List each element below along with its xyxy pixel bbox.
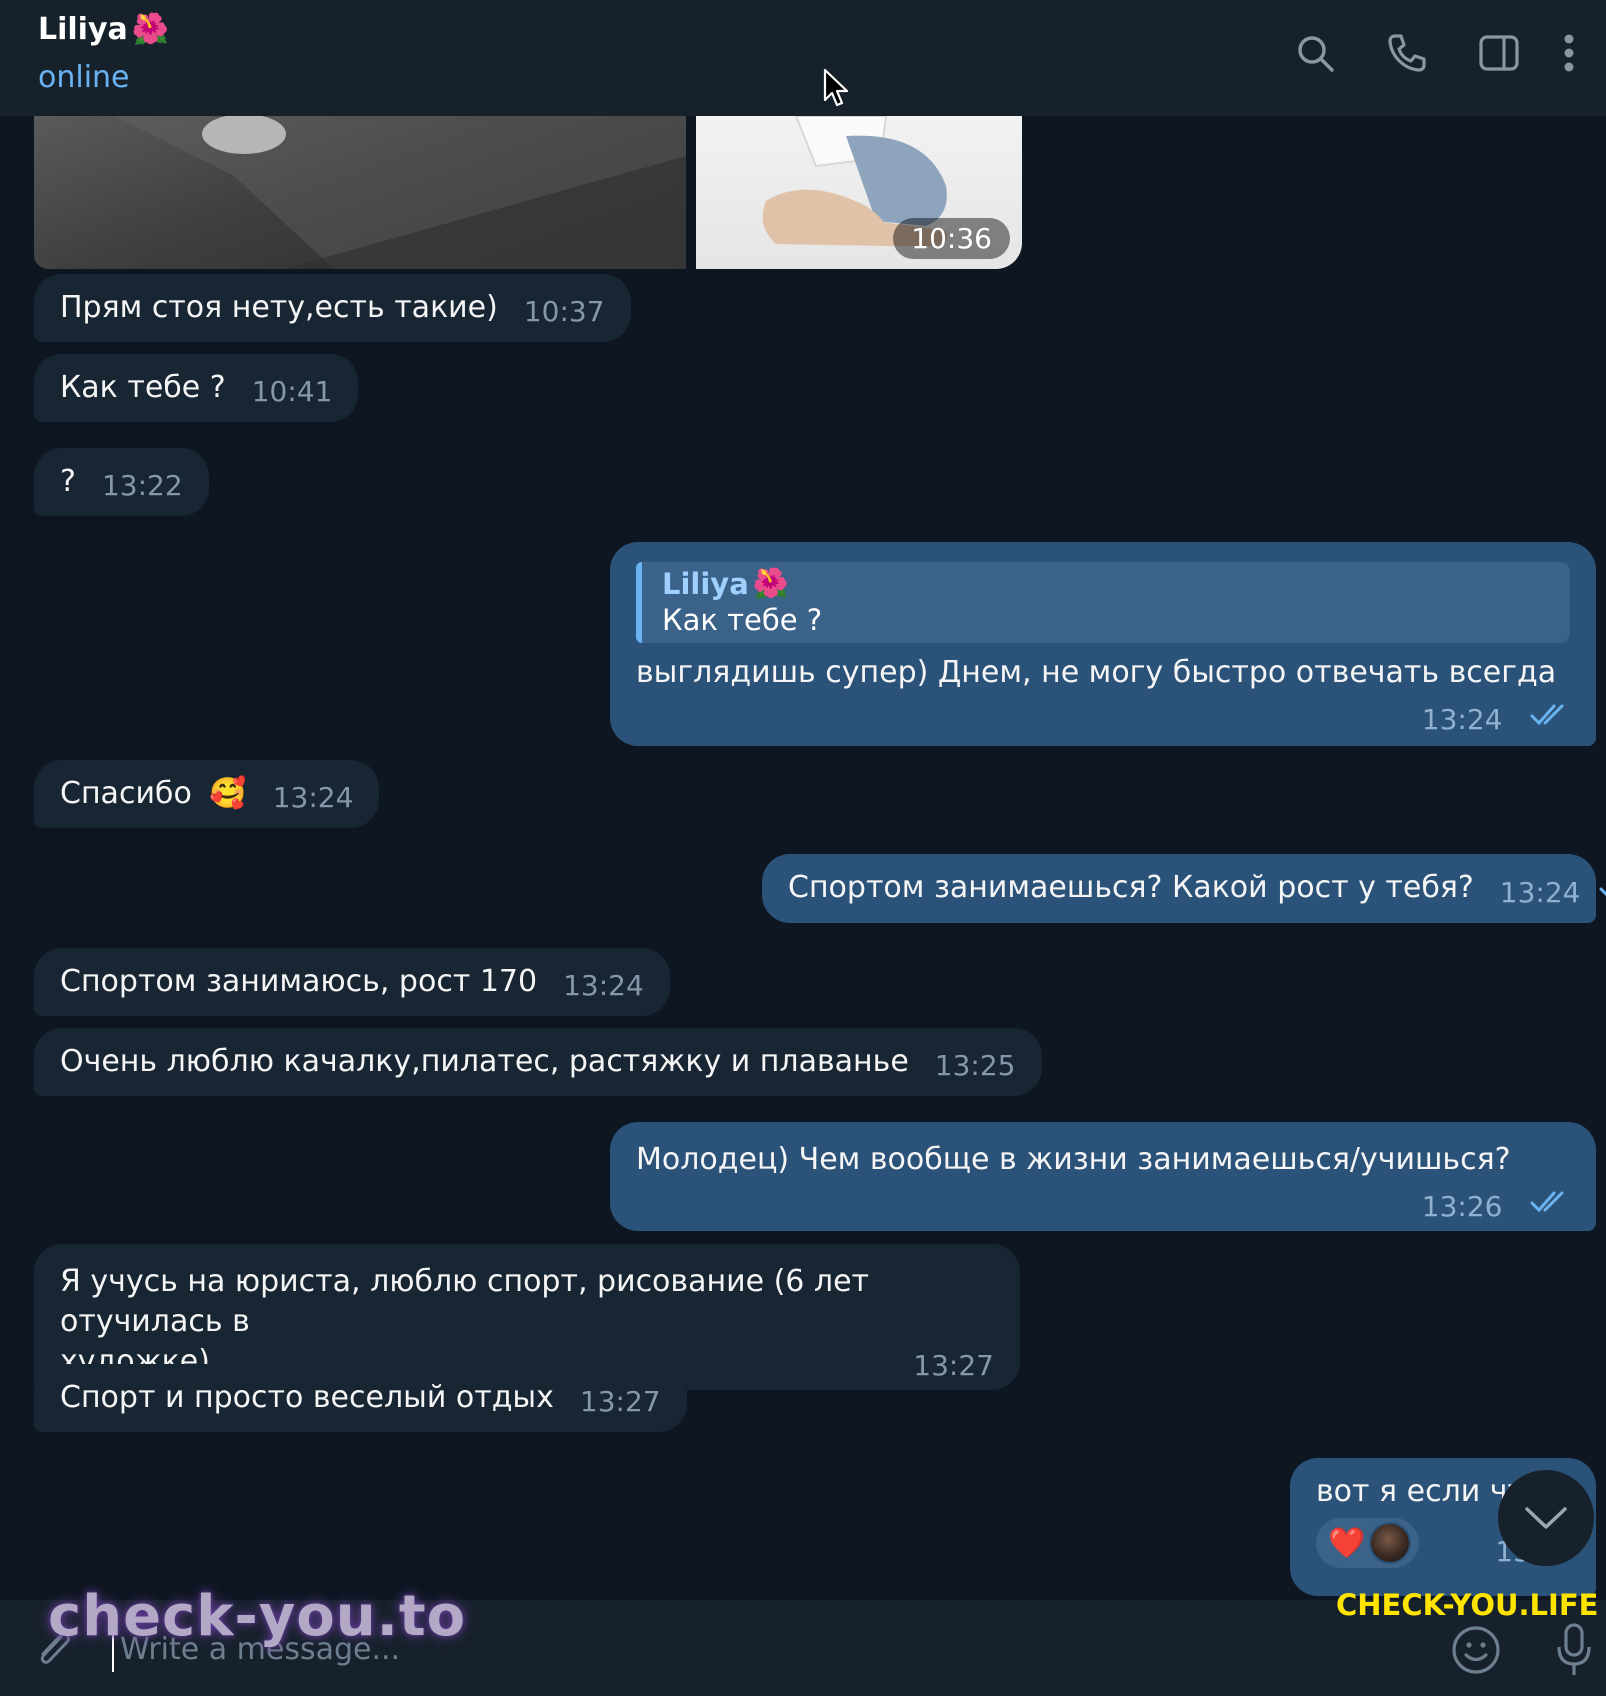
watermark-left: check-you.to xyxy=(48,1584,467,1649)
message-time: 13:24 xyxy=(1499,876,1581,909)
media-timestamp: 10:36 xyxy=(893,218,1010,259)
message-time: 10:41 xyxy=(251,375,333,408)
message-time: 13:24 xyxy=(272,781,354,814)
message-text: Молодец) Чем вообще в жизни занимаешься/… xyxy=(636,1142,1511,1177)
message-time: 13:26 xyxy=(1421,1190,1503,1223)
outgoing-message[interactable]: Liliya 🌺 Как тебе ? выглядишь супер) Дне… xyxy=(610,542,1596,746)
phone-icon[interactable] xyxy=(1384,30,1430,76)
message-list[interactable]: 10:36 Прям стоя нету,есть такие) 10:37 Ка… xyxy=(0,116,1606,1600)
more-vertical-icon[interactable] xyxy=(1554,30,1584,76)
double-check-icon xyxy=(1530,1188,1570,1223)
reply-author-name: Liliya xyxy=(662,566,749,601)
incoming-message[interactable]: Спорт и просто веселый отдых 13:27 xyxy=(34,1364,687,1432)
message-time: 13:24 xyxy=(563,969,644,1002)
message-text: Очень люблю качалку,пилатес, растяжку и … xyxy=(60,1044,909,1079)
message-time: 13:25 xyxy=(934,1049,1016,1082)
mouse-pointer-icon xyxy=(823,68,849,107)
double-check-icon xyxy=(1530,701,1570,736)
message-time: 13:27 xyxy=(579,1385,661,1418)
hibiscus-emoji: 🌺 xyxy=(752,566,789,600)
chat-name-text: Liliya xyxy=(38,12,128,47)
outgoing-message[interactable]: Молодец) Чем вообще в жизни занимаешься/… xyxy=(610,1122,1596,1231)
heart-reaction-icon: ❤️ xyxy=(1328,1525,1366,1561)
message-meta: 13:24 xyxy=(636,697,1570,736)
photo-thumbnail[interactable]: 10:36 xyxy=(696,116,1022,269)
reply-author: Liliya 🌺 xyxy=(662,566,1550,601)
emoji-icon[interactable] xyxy=(1448,1622,1504,1678)
message-time: 13:24 xyxy=(1421,703,1503,736)
double-check-icon xyxy=(1599,874,1606,909)
sidebar-toggle-icon[interactable] xyxy=(1476,30,1522,76)
watermark-right: CHECK-YOU.LIFE xyxy=(1336,1588,1599,1622)
message-time: 13:22 xyxy=(101,469,183,502)
chat-status: online xyxy=(38,60,130,95)
incoming-message[interactable]: Прям стоя нету,есть такие) 10:37 xyxy=(34,274,631,342)
chat-title[interactable]: Liliya 🌺 xyxy=(38,12,169,47)
message-text: Спортом занимаюсь, рост 170 xyxy=(60,964,538,999)
message-text: выглядишь супер) Днем, не могу быстро от… xyxy=(636,655,1557,690)
message-text: Спортом занимаешься? Какой рост у тебя? xyxy=(788,870,1474,905)
message-text: Спасибо xyxy=(60,776,192,811)
message-meta: 13:26 xyxy=(636,1184,1570,1223)
photo-thumbnail[interactable] xyxy=(34,116,686,269)
incoming-message[interactable]: Очень люблю качалку,пилатес, растяжку и … xyxy=(34,1028,1042,1096)
reactor-avatar xyxy=(1369,1522,1412,1564)
incoming-message[interactable]: Как тебе ? 10:41 xyxy=(34,354,359,422)
microphone-icon[interactable] xyxy=(1550,1622,1598,1678)
media-album[interactable]: 10:36 xyxy=(34,116,1022,269)
chat-header: Liliya 🌺 online xyxy=(0,0,1606,116)
message-text: Как тебе ? xyxy=(60,370,226,405)
message-time: 10:37 xyxy=(523,295,605,328)
reaction-chip[interactable]: ❤️ xyxy=(1316,1518,1420,1568)
reply-quote[interactable]: Liliya 🌺 Как тебе ? xyxy=(636,562,1570,643)
smiling-hearts-emoji: 🥰 xyxy=(209,776,247,811)
message-text: Спорт и просто веселый отдых xyxy=(60,1380,554,1415)
scroll-to-bottom-button[interactable] xyxy=(1498,1470,1594,1566)
message-time: 13:27 xyxy=(913,1349,994,1382)
chevron-down-icon xyxy=(1525,1507,1567,1529)
incoming-message[interactable]: ? 13:22 xyxy=(34,448,209,516)
incoming-message[interactable]: Спортом занимаюсь, рост 170 13:24 xyxy=(34,948,670,1016)
incoming-message[interactable]: Спасибо 🥰 13:24 xyxy=(34,760,380,828)
message-text: ? xyxy=(60,464,76,499)
reply-text: Как тебе ? xyxy=(662,603,823,637)
message-text: Прям стоя нету,есть такие) xyxy=(60,290,498,325)
outgoing-message[interactable]: Спортом занимаешься? Какой рост у тебя? 1… xyxy=(762,854,1606,923)
hibiscus-emoji: 🌺 xyxy=(131,12,170,47)
message-text-line-1: Я учусь на юриста, люблю спорт, рисовани… xyxy=(60,1264,870,1339)
search-icon[interactable] xyxy=(1292,30,1338,76)
